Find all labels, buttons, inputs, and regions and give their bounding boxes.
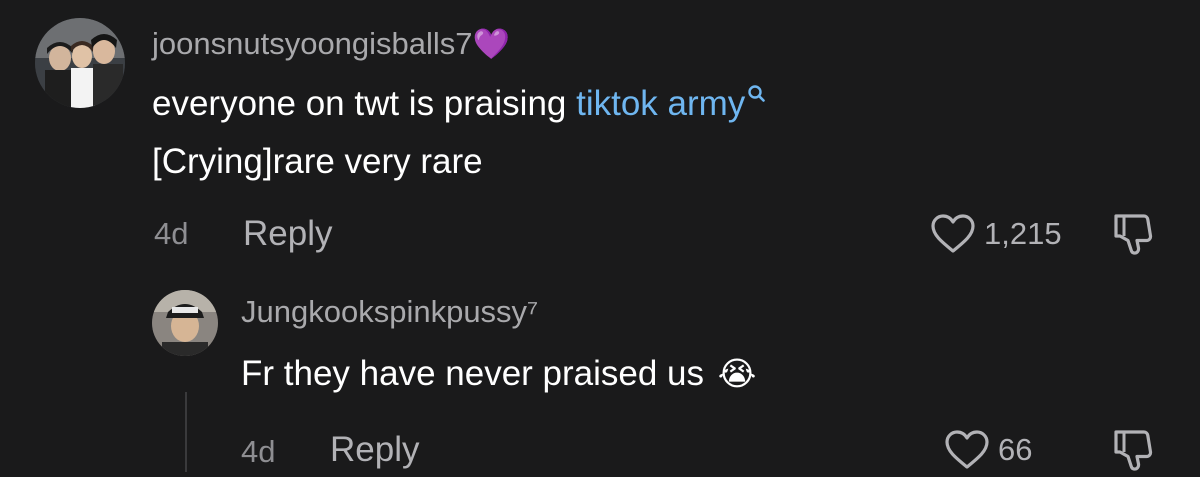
reply-button[interactable]: Reply: [330, 428, 419, 472]
username[interactable]: joonsnutsyoongisballs7💜: [152, 24, 510, 65]
search-link[interactable]: tiktok army: [576, 84, 766, 123]
avatar-photo: [152, 290, 218, 356]
username-text: joonsnutsyoongisballs7: [152, 26, 473, 61]
reply-button[interactable]: Reply: [243, 212, 332, 256]
comment-text-line2: [Crying]rare very rare: [152, 142, 483, 181]
dislike-button[interactable]: [1110, 428, 1156, 472]
avatar-photo: [35, 18, 125, 108]
comment-text: Fr they have never praised us 😭: [241, 352, 756, 396]
like-button[interactable]: 1,215: [930, 212, 1062, 256]
comment-text-plain: everyone on twt is praising: [152, 84, 577, 123]
like-button[interactable]: 66: [944, 428, 1032, 472]
heart-outline-icon: [931, 214, 975, 253]
comment-text-plain: Fr they have never praised us: [241, 354, 705, 393]
thread-line: [185, 392, 187, 472]
like-count: 66: [998, 432, 1033, 467]
search-link-text: tiktok army: [576, 84, 746, 123]
like-count: 1,215: [984, 216, 1062, 251]
dislike-button[interactable]: [1110, 212, 1156, 256]
search-icon: [748, 85, 766, 102]
purple-heart-icon: 💜: [472, 28, 510, 61]
avatar[interactable]: [35, 18, 125, 108]
comment-age: 4d: [154, 216, 189, 251]
comment-text: everyone on twt is praising tiktok army: [152, 82, 766, 126]
loudly-crying-face-icon: 😭: [717, 355, 757, 392]
thumbs-down-icon: [1114, 430, 1153, 471]
thumbs-down-icon: [1114, 214, 1153, 255]
heart-outline-icon: [945, 430, 989, 469]
username[interactable]: Jungkookspinkpussy⁷: [241, 292, 538, 332]
avatar[interactable]: [152, 290, 218, 356]
comment-age: 4d: [241, 434, 276, 469]
